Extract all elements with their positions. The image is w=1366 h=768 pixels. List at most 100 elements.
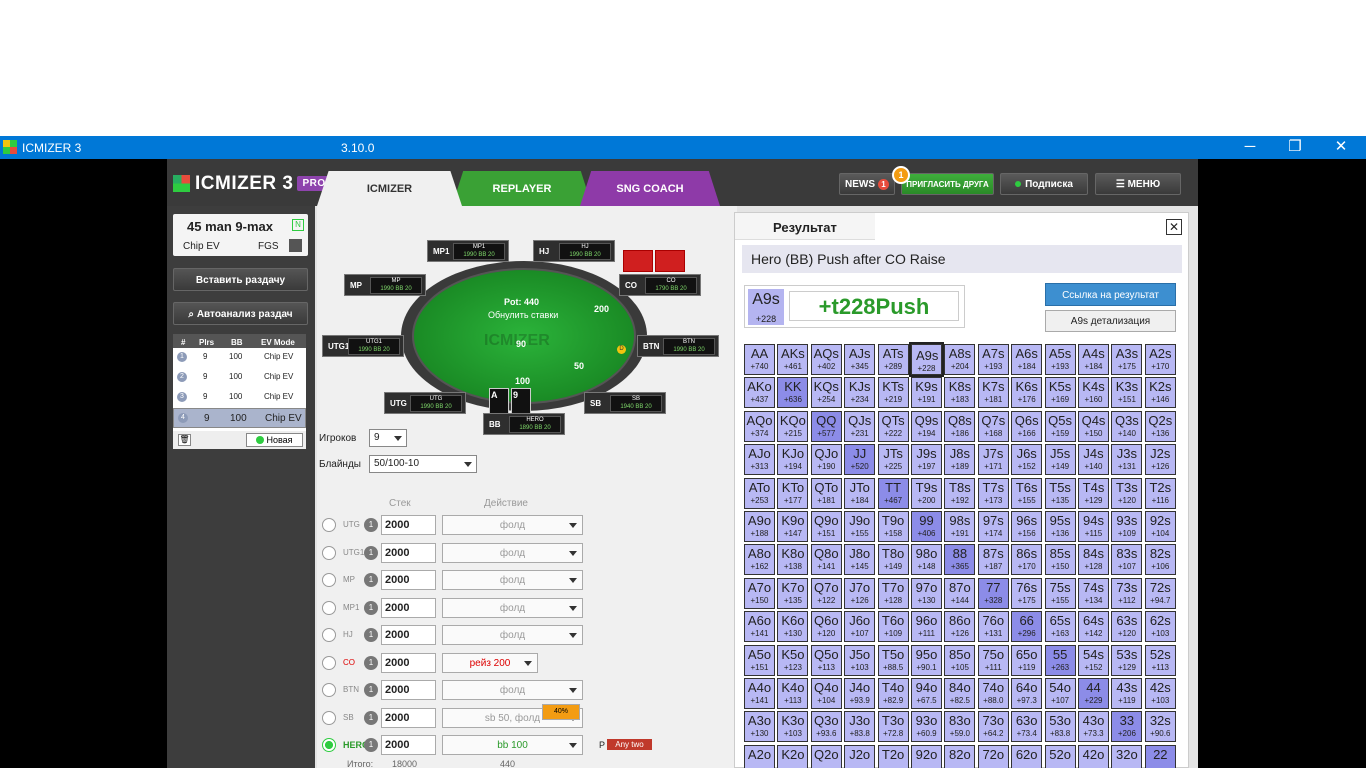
hand-cell-QJs[interactable]: QJs +231	[844, 410, 876, 442]
hand-cell-86s[interactable]: 86s +170	[1011, 544, 1043, 576]
table-row[interactable]: 1 9 100 Chip EV	[173, 348, 306, 368]
action-select[interactable]: фолд	[442, 570, 583, 590]
hero-radio[interactable]	[322, 518, 336, 532]
hand-cell-J4s[interactable]: J4s +140	[1078, 444, 1109, 476]
hand-cell-88[interactable]: 88 +365	[944, 544, 976, 576]
hand-cell-KTs[interactable]: KTs +219	[877, 377, 909, 409]
maximize-button[interactable]: ❐	[1272, 137, 1318, 157]
seat-utg1[interactable]: UTG1 UTG1 1990 BB 20	[322, 335, 404, 357]
trash-icon[interactable]: 🗑	[178, 434, 191, 446]
seat-sb[interactable]: SB SB 1940 BB 20	[584, 392, 666, 414]
action-select[interactable]: фолд	[442, 543, 583, 563]
hand-cell-42s[interactable]: 42s +103	[1144, 678, 1176, 709]
reset-bets-button[interactable]: Обнулить ставки	[488, 310, 558, 320]
hand-cell-Q2s[interactable]: Q2s +136	[1144, 410, 1176, 442]
minimize-button[interactable]: ─	[1227, 137, 1273, 157]
hand-cell-A8o[interactable]: A8o +162	[744, 544, 775, 576]
info-icon[interactable]: 1	[364, 546, 378, 560]
hand-cell-J4o[interactable]: J4o +93.9	[844, 678, 876, 709]
hand-cell-Q9o[interactable]: Q9o +151	[810, 511, 842, 542]
hand-cell-T7o[interactable]: T7o +128	[877, 577, 909, 609]
subscription-button[interactable]: Подписка	[1000, 173, 1088, 195]
fgs-checkbox[interactable]	[289, 239, 302, 252]
hand-cell-Q9s[interactable]: Q9s +194	[911, 410, 942, 442]
hand-cell-72s[interactable]: 72s +94.7	[1144, 577, 1176, 609]
hand-cell-64s[interactable]: 64s +142	[1078, 611, 1109, 643]
hand-cell-K5o[interactable]: K5o +123	[777, 644, 809, 676]
hand-cell-43s[interactable]: 43s +119	[1111, 678, 1143, 709]
blinds-select[interactable]: 50/100-10	[369, 455, 477, 473]
hand-cell-76s[interactable]: 76s +175	[1011, 577, 1043, 609]
stack-input[interactable]: 2000	[381, 570, 436, 590]
hand-cell-JTo[interactable]: JTo +184	[844, 477, 876, 509]
hand-cell-ATo[interactable]: ATo +253	[744, 477, 775, 509]
tab-sng-coach[interactable]: SNG COACH	[580, 171, 720, 206]
hand-cell-52s[interactable]: 52s +113	[1144, 644, 1176, 676]
stack-input[interactable]: 2000	[381, 680, 436, 700]
hand-cell-Q6s[interactable]: Q6s +166	[1011, 410, 1043, 442]
hero-radio-selected[interactable]	[322, 738, 336, 752]
hand-cell-98o[interactable]: 98o +148	[911, 544, 942, 576]
hand-cell-AA[interactable]: AA +740	[744, 344, 775, 375]
hand-cell-96o[interactable]: 96o +111	[911, 611, 942, 643]
hand-cell-Q2o[interactable]: Q2o	[810, 744, 842, 768]
info-icon[interactable]: 1	[364, 628, 378, 642]
hand-cell-42o[interactable]: 42o	[1078, 744, 1109, 768]
hand-cell-55[interactable]: 55 +263	[1044, 644, 1076, 676]
hand-cell-A2s[interactable]: A2s +170	[1144, 344, 1176, 375]
hand-cell-Q3o[interactable]: Q3o +93.6	[810, 711, 842, 743]
hand-cell-T3o[interactable]: T3o +72.8	[877, 711, 909, 743]
hand-cell-K4o[interactable]: K4o +113	[777, 678, 809, 709]
hand-cell-Q4s[interactable]: Q4s +150	[1078, 410, 1109, 442]
hero-radio[interactable]	[322, 656, 336, 670]
hand-cell-84s[interactable]: 84s +128	[1078, 544, 1109, 576]
hand-cell-97o[interactable]: 97o +130	[911, 577, 942, 609]
hand-cell-A8s[interactable]: A8s +204	[944, 344, 976, 375]
stack-input[interactable]: 2000	[381, 598, 436, 618]
info-icon[interactable]: 1	[364, 601, 378, 615]
hand-cell-Q7s[interactable]: Q7s +168	[977, 410, 1009, 442]
hand-cell-86o[interactable]: 86o +126	[944, 611, 976, 643]
hand-cell-Q4o[interactable]: Q4o +104	[810, 678, 842, 709]
stack-input[interactable]: 2000	[381, 708, 436, 728]
hand-cell-J2s[interactable]: J2s +126	[1144, 444, 1176, 476]
hero-radio[interactable]	[322, 573, 336, 587]
stack-input[interactable]: 2000	[381, 625, 436, 645]
paste-hand-button[interactable]: Вставить раздачу	[173, 268, 308, 291]
action-select[interactable]: фолд	[442, 598, 583, 618]
hand-cell-A2o[interactable]: A2o	[744, 744, 775, 768]
hand-cell-54s[interactable]: 54s +152	[1078, 644, 1109, 676]
any-two-tag[interactable]: Any two	[607, 739, 652, 750]
hand-cell-A7o[interactable]: A7o +150	[744, 577, 775, 609]
hand-cell-A5s[interactable]: A5s +193	[1044, 344, 1076, 375]
hand-cell-K5s[interactable]: K5s +169	[1044, 377, 1076, 409]
hand-cell-74o[interactable]: 74o +88.0	[977, 678, 1009, 709]
hand-cell-K6s[interactable]: K6s +176	[1011, 377, 1043, 409]
hand-cell-KQo[interactable]: KQo +215	[777, 410, 809, 442]
seat-utg[interactable]: UTG UTG 1990 BB 20	[384, 392, 466, 414]
action-select[interactable]: фолд	[442, 515, 583, 535]
hand-cell-95o[interactable]: 95o +90.1	[911, 644, 942, 676]
hand-cell-82o[interactable]: 82o	[944, 744, 976, 768]
hand-cell-AQs[interactable]: AQs +402	[810, 344, 842, 375]
hand-cell-98s[interactable]: 98s +191	[944, 511, 976, 542]
hand-cell-KTo[interactable]: KTo +177	[777, 477, 809, 509]
hand-cell-JJ[interactable]: JJ +520	[844, 444, 876, 476]
hand-cell-Q8s[interactable]: Q8s +186	[944, 410, 976, 442]
hand-cell-66[interactable]: 66 +296	[1011, 611, 1043, 643]
close-icon[interactable]: ✕	[1166, 219, 1182, 235]
hero-radio[interactable]	[322, 683, 336, 697]
action-select[interactable]: bb 100	[442, 735, 583, 755]
hand-cell-63o[interactable]: 63o +73.4	[1011, 711, 1043, 743]
hand-cell-83o[interactable]: 83o +59.0	[944, 711, 976, 743]
invite-friend-button[interactable]: ПРИГЛАСИТЬ ДРУГА	[901, 173, 994, 195]
hand-cell-63s[interactable]: 63s +120	[1111, 611, 1143, 643]
hand-cell-74s[interactable]: 74s +134	[1078, 577, 1109, 609]
hand-cell-64o[interactable]: 64o +97.3	[1011, 678, 1043, 709]
table-row[interactable]: 3 9 100 Chip EV	[173, 388, 306, 408]
hand-cell-87o[interactable]: 87o +144	[944, 577, 976, 609]
hand-cell-K4s[interactable]: K4s +160	[1078, 377, 1109, 409]
hand-cell-T2s[interactable]: T2s +116	[1144, 477, 1176, 509]
hand-cell-K6o[interactable]: K6o +130	[777, 611, 809, 643]
hand-cell-KJo[interactable]: KJo +194	[777, 444, 809, 476]
